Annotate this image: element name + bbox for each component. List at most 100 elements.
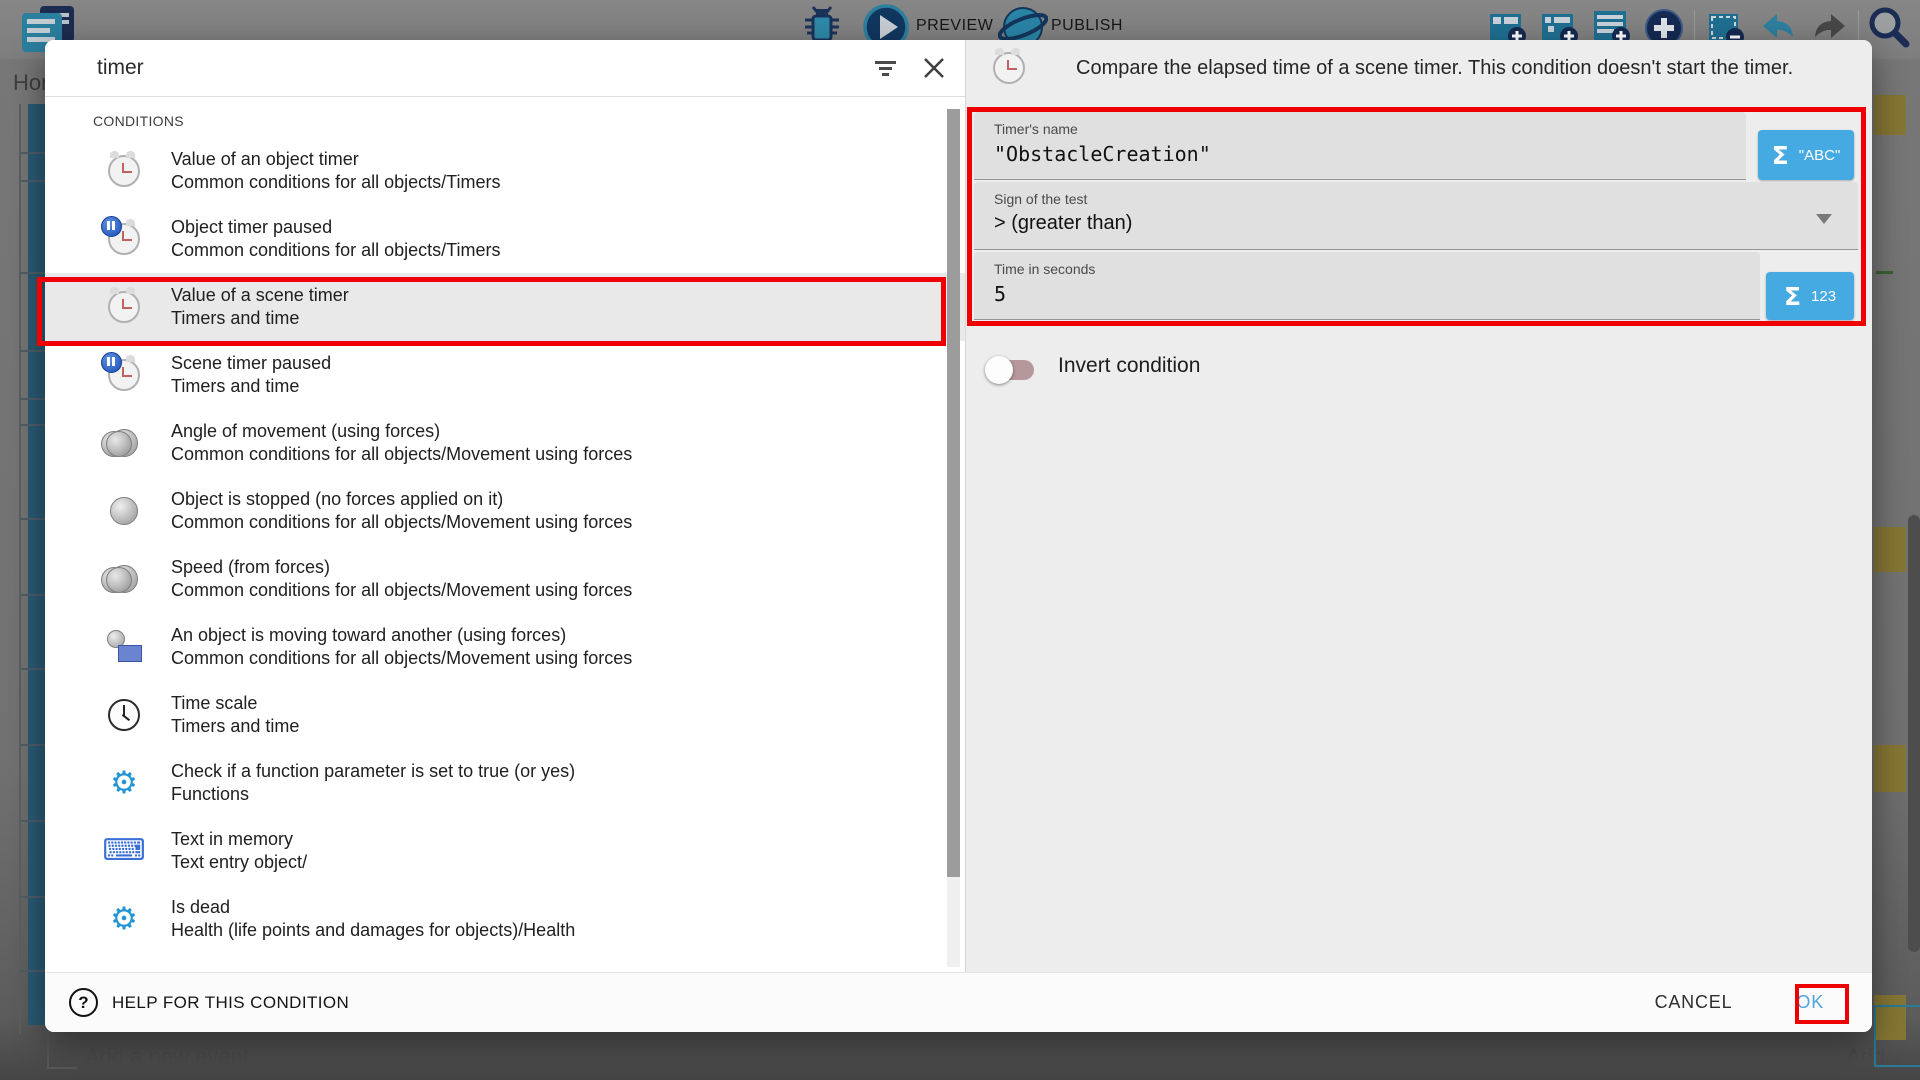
condition-item-check-if-a-function-parameter-is-set-to-true-or-yes[interactable]: ⚙Check if a function parameter is set to… (45, 749, 965, 817)
alarm-clock-paused-icon (103, 359, 145, 391)
abc-label: "ABC" (1799, 147, 1841, 164)
gear-icon: ⚙ (103, 902, 145, 936)
event-divider (20, 152, 45, 154)
condition-subtitle: Common conditions for all objects/Moveme… (171, 511, 632, 534)
search-bar (45, 40, 965, 97)
condition-title: Angle of movement (using forces) (171, 420, 632, 443)
event-selection-outline (1874, 1005, 1920, 1067)
question-icon: ? (69, 988, 98, 1017)
event-highlight-block (1874, 527, 1906, 572)
condition-title: Text in memory (171, 828, 307, 851)
condition-subtitle: Timers and time (171, 307, 349, 330)
ok-button[interactable]: OK (1790, 991, 1830, 1014)
search-input[interactable] (95, 55, 851, 81)
condition-item-object-is-stopped-no-forces-applied-on-it[interactable]: Object is stopped (no forces applied on … (45, 477, 965, 545)
event-tree-line (19, 104, 21, 1034)
condition-subtitle: Common conditions for all objects/Moveme… (171, 579, 632, 602)
event-divider (20, 424, 45, 426)
sign-of-test-label: Sign of the test (994, 191, 1858, 207)
help-link[interactable]: ? HELP FOR THIS CONDITION (69, 988, 349, 1017)
alarm-clock-icon (103, 155, 145, 187)
number-expression-button[interactable]: Σ 123 (1766, 272, 1854, 320)
condition-title: Time scale (171, 692, 299, 715)
conditions-list: CONDITIONS Value of an object timerCommo… (45, 97, 965, 972)
condition-description: Compare the elapsed time of a scene time… (1076, 57, 1793, 80)
string-expression-button[interactable]: Σ "ABC" (1758, 130, 1854, 180)
event-divider (20, 896, 45, 898)
add-new-event-link[interactable]: Add a new event (85, 1044, 249, 1070)
alarm-clock-paused-icon (103, 223, 145, 255)
condition-subtitle: Common conditions for all objects/Moveme… (171, 443, 632, 466)
condition-item-an-object-is-moving-toward-another-using-forces[interactable]: An object is moving toward another (usin… (45, 613, 965, 681)
sigma-icon: Σ (1772, 141, 1789, 170)
events-scrollbar[interactable] (1908, 515, 1920, 952)
event-divider (20, 518, 45, 520)
sigma-icon: Σ (1784, 282, 1801, 311)
timer-name-field[interactable]: Timer's name "ObstacleCreation" (974, 112, 1746, 180)
event-divider (20, 594, 45, 596)
time-in-seconds-label: Time in seconds (994, 261, 1760, 277)
clock-icon (103, 699, 145, 731)
condition-item-speed-from-forces[interactable]: Speed (from forces)Common conditions for… (45, 545, 965, 613)
sign-of-test-value: > (greater than) (994, 212, 1858, 235)
keyboard-icon: ⌨ (103, 834, 145, 868)
help-label: HELP FOR THIS CONDITION (112, 993, 349, 1013)
alarm-clock-icon (988, 52, 1030, 84)
condition-subtitle: Common conditions for all objects/Moveme… (171, 647, 632, 670)
condition-subtitle: Functions (171, 783, 575, 806)
timer-name-value: "ObstacleCreation" (994, 142, 1746, 166)
sign-of-test-select[interactable]: Sign of the test > (greater than) (974, 182, 1858, 250)
invert-condition-toggle[interactable] (990, 360, 1034, 380)
sphere-rect-icon (103, 630, 145, 664)
choose-condition-dialog: CONDITIONS Value of an object timerCommo… (45, 40, 1872, 1032)
event-divider (20, 180, 45, 182)
time-in-seconds-field[interactable]: Time in seconds 5 (974, 252, 1760, 320)
event-highlight-block (1876, 271, 1893, 274)
condition-subtitle: Health (life points and damages for obje… (171, 919, 575, 942)
list-scrollbar-thumb[interactable] (947, 109, 960, 877)
numeric-label: 123 (1811, 288, 1836, 305)
condition-subtitle: Timers and time (171, 715, 299, 738)
condition-item-object-timer-paused[interactable]: Object timer pausedCommon conditions for… (45, 205, 965, 273)
condition-item-time-scale[interactable]: Time scaleTimers and time (45, 681, 965, 749)
condition-item-value-of-an-object-timer[interactable]: Value of an object timerCommon condition… (45, 137, 965, 205)
spheres-icon (103, 565, 145, 593)
condition-item-scene-timer-paused[interactable]: Scene timer pausedTimers and time (45, 341, 965, 409)
condition-title: An object is moving toward another (usin… (171, 624, 632, 647)
condition-item-text-in-memory[interactable]: ⌨ Text in memoryText entry object/ (45, 817, 965, 885)
condition-item-angle-of-movement-using-forces[interactable]: Angle of movement (using forces)Common c… (45, 409, 965, 477)
condition-title: Value of a scene timer (171, 284, 349, 307)
condition-item-value-of-a-scene-timer[interactable]: Value of a scene timerTimers and time (45, 273, 965, 341)
events-sheet-column (28, 104, 45, 1025)
sphere-icon (103, 497, 145, 525)
condition-title: Object timer paused (171, 216, 500, 239)
cancel-button[interactable]: CANCEL (1649, 991, 1739, 1014)
dialog-footer: ? HELP FOR THIS CONDITION CANCEL OK (45, 972, 1872, 1032)
invert-condition-label: Invert condition (1058, 354, 1200, 378)
alarm-clock-icon (103, 291, 145, 323)
chevron-down-icon (1816, 214, 1832, 224)
conditions-section-header: CONDITIONS (93, 113, 965, 129)
close-icon[interactable] (921, 55, 947, 81)
condition-subtitle: Timers and time (171, 375, 331, 398)
publish-button[interactable]: PUBLISH (1051, 17, 1123, 35)
event-divider (20, 970, 45, 972)
condition-item-is-dead[interactable]: ⚙Is deadHealth (life points and damages … (45, 885, 965, 953)
condition-title: Value of an object timer (171, 148, 500, 171)
condition-subtitle: Text entry object/ (171, 851, 307, 874)
gear-icon: ⚙ (103, 766, 145, 800)
condition-title: Speed (from forces) (171, 556, 632, 579)
event-highlight-block (1874, 95, 1906, 135)
event-divider (20, 668, 45, 670)
event-divider (20, 744, 45, 746)
spheres-icon (103, 429, 145, 457)
condition-subtitle: Common conditions for all objects/Timers (171, 239, 500, 262)
preview-button[interactable]: PREVIEW (916, 17, 993, 35)
event-divider (20, 350, 45, 352)
event-highlight-block (1874, 745, 1906, 792)
timer-name-label: Timer's name (994, 121, 1746, 137)
condition-title: Scene timer paused (171, 352, 331, 375)
event-divider (20, 820, 45, 822)
search-icon[interactable] (1866, 4, 1914, 52)
filter-icon[interactable] (873, 55, 899, 81)
